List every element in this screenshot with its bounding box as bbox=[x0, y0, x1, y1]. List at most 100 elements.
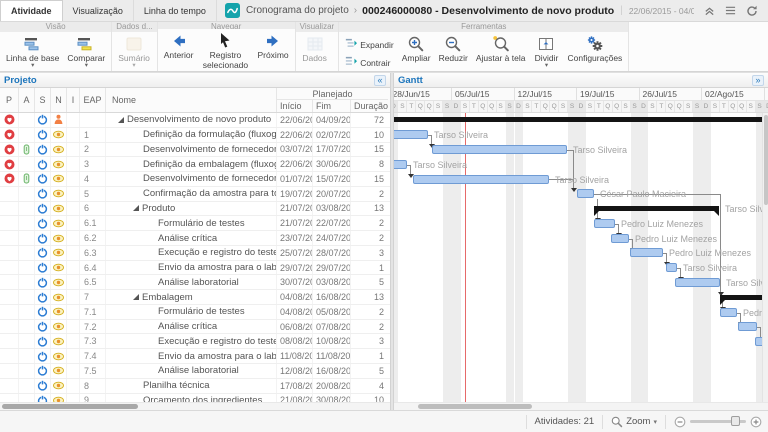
task-name: Execução e registro do teste bbox=[106, 246, 277, 260]
gantt-summary-bar[interactable] bbox=[394, 117, 762, 122]
collapse-right-panel-icon[interactable]: » bbox=[752, 75, 764, 86]
task-name: Envio da amostra para o laboratório bbox=[106, 349, 277, 363]
table-row[interactable]: 6.5Análise laboratorial30/07/201503/08/2… bbox=[0, 275, 390, 290]
eye-icon bbox=[51, 231, 67, 245]
contrair-button[interactable]: Contrair bbox=[345, 55, 394, 70]
col-header-fim[interactable]: Fim bbox=[313, 100, 351, 112]
table-row[interactable]: 6.2Análise crítica23/07/201524/07/20152 bbox=[0, 231, 390, 246]
gantt-task-bar[interactable] bbox=[413, 175, 549, 184]
table-row[interactable]: 9Orçamento dos ingredientes21/08/201530/… bbox=[0, 394, 390, 402]
col-header-duracao[interactable]: Duração bbox=[351, 100, 388, 112]
task-duration: 72 bbox=[351, 113, 388, 127]
gantt-hscrollbar-thumb[interactable] bbox=[418, 404, 532, 409]
collapse-triangle-icon[interactable] bbox=[133, 205, 139, 211]
tab-visualizacao[interactable]: Visualização bbox=[63, 0, 134, 21]
gantt-task-bar[interactable] bbox=[594, 219, 615, 228]
col-header-eap[interactable]: EAP bbox=[80, 88, 106, 112]
breadcrumb-section[interactable]: Cronograma do projeto bbox=[246, 5, 349, 16]
gantt-task-bar[interactable] bbox=[394, 160, 407, 169]
project-hscrollbar[interactable] bbox=[0, 402, 390, 410]
col-header-nome[interactable]: Nome bbox=[106, 88, 277, 112]
gantt-day-cell: S bbox=[398, 101, 407, 113]
table-row[interactable]: 6.3Execução e registro do teste25/07/201… bbox=[0, 246, 390, 261]
gantt-hscrollbar[interactable] bbox=[394, 402, 768, 410]
gantt-summary-bar[interactable] bbox=[594, 206, 719, 211]
table-row[interactable]: Desenvolvimento de novo produto22/06/201… bbox=[0, 113, 390, 128]
gantt-task-bar[interactable] bbox=[432, 145, 567, 154]
refresh-icon[interactable] bbox=[746, 5, 758, 17]
gantt-task-bar[interactable] bbox=[738, 322, 757, 331]
gantt-task-bar[interactable] bbox=[666, 263, 677, 272]
zoom-slider-knob[interactable] bbox=[731, 416, 740, 426]
collapse-triangle-icon[interactable] bbox=[133, 294, 139, 300]
comparar-button[interactable]: Comparar▾ bbox=[63, 33, 109, 68]
zoom-out-circle-icon[interactable] bbox=[674, 416, 686, 428]
ajustar-a-tela-button[interactable]: Ajustar à tela bbox=[472, 33, 530, 63]
gantt-bar-label: Pedro Luiz Menezes bbox=[669, 248, 751, 258]
task-start-date: 04/08/2015 bbox=[277, 305, 313, 319]
gantt-day-cell: D bbox=[765, 101, 768, 113]
table-row[interactable]: 3Definição da embalagem (fluxograma do p… bbox=[0, 157, 390, 172]
gantt-day-cell: T bbox=[407, 101, 416, 113]
col-header-i[interactable]: I bbox=[67, 88, 80, 112]
tab-linha-do-tempo[interactable]: Linha do tempo bbox=[134, 0, 217, 21]
project-hscrollbar-thumb[interactable] bbox=[2, 404, 138, 409]
collapse-ribbon-icon[interactable] bbox=[704, 5, 715, 16]
dividir-button[interactable]: Dividir▾ bbox=[529, 33, 563, 68]
table-row[interactable]: 4Desenvolvimento de fornecedor para a em… bbox=[0, 172, 390, 187]
task-name: Embalagem bbox=[106, 290, 277, 304]
gantt-vscrollbar-thumb[interactable] bbox=[764, 115, 768, 205]
collapse-triangle-icon[interactable] bbox=[118, 117, 124, 123]
col-header-n[interactable]: N bbox=[51, 88, 67, 112]
table-row[interactable]: 6Produto21/07/201503/08/201513 bbox=[0, 202, 390, 217]
task-end-date: 11/08/2015 bbox=[313, 349, 351, 363]
ribbon-group-0: VisãoLinha de base▾Comparar▾ bbox=[0, 22, 112, 71]
fit-screen-icon bbox=[492, 35, 510, 53]
gantt-bar-label: Tarso Silveira bbox=[573, 145, 627, 155]
table-row[interactable]: 7.3Execução e registro do teste08/08/201… bbox=[0, 334, 390, 349]
collapse-left-panel-icon[interactable]: « bbox=[374, 75, 386, 86]
table-row[interactable]: 2Desenvolvimento de fornecedores para os… bbox=[0, 143, 390, 158]
registro-selecionado-button[interactable]: Registro selecionado bbox=[197, 30, 253, 70]
table-row[interactable]: 7.4Envio da amostra para o laboratório11… bbox=[0, 349, 390, 364]
gantt-task-bar[interactable] bbox=[611, 234, 629, 243]
gantt-day-cell: S bbox=[756, 101, 765, 113]
project-panel-header: Projeto « bbox=[0, 73, 390, 88]
title-bar: Atividade Visualização Linha do tempo Cr… bbox=[0, 0, 768, 22]
col-header-s[interactable]: S bbox=[35, 88, 51, 112]
gantt-task-bar[interactable] bbox=[630, 248, 663, 257]
table-row[interactable]: 7.1Formulário de testes04/08/201505/08/2… bbox=[0, 305, 390, 320]
ampliar-button[interactable]: Ampliar bbox=[398, 33, 435, 63]
zoom-dropdown[interactable]: Zoom ▾ bbox=[611, 416, 657, 428]
table-row[interactable]: 7Embalagem04/08/201516/08/201513 bbox=[0, 290, 390, 305]
proximo-button[interactable]: Próximo bbox=[253, 30, 292, 60]
table-row[interactable]: 7.5Análise laboratorial12/08/201516/08/2… bbox=[0, 364, 390, 379]
reduzir-button[interactable]: Reduzir bbox=[435, 33, 472, 63]
gantt-summary-bar[interactable] bbox=[720, 295, 768, 300]
tab-atividade[interactable]: Atividade bbox=[0, 0, 63, 21]
table-row[interactable]: 7.2Análise crítica06/08/201507/08/20152 bbox=[0, 320, 390, 335]
configuracoes-button[interactable]: Configurações bbox=[563, 33, 626, 63]
expandir-button[interactable]: Expandir bbox=[345, 37, 394, 52]
table-row[interactable]: 1Definição da formulação (fluxograma do … bbox=[0, 128, 390, 143]
table-row[interactable]: 5Confirmação da amostra para todas as av… bbox=[0, 187, 390, 202]
linha-de-base-button[interactable]: Linha de base▾ bbox=[2, 33, 63, 68]
table-row[interactable]: 6.1Formulário de testes21/07/201522/07/2… bbox=[0, 216, 390, 231]
power-icon bbox=[35, 187, 51, 201]
col-header-a[interactable]: A bbox=[19, 88, 35, 112]
gantt-task-bar[interactable] bbox=[720, 308, 737, 317]
gantt-task-bar[interactable] bbox=[577, 189, 594, 198]
zoom-in-circle-icon[interactable] bbox=[750, 416, 762, 428]
list-icon[interactable] bbox=[725, 5, 736, 16]
table-row[interactable]: 8Planilha técnica17/08/201520/08/20154 bbox=[0, 379, 390, 394]
eye-icon bbox=[51, 364, 67, 378]
zoom-slider-track[interactable] bbox=[690, 420, 746, 423]
gantt-task-bar[interactable] bbox=[394, 130, 428, 139]
gantt-vscrollbar[interactable] bbox=[762, 113, 768, 402]
col-header-inicio[interactable]: Início bbox=[277, 100, 313, 112]
anterior-button[interactable]: Anterior bbox=[160, 30, 198, 60]
gantt-task-bar[interactable] bbox=[675, 278, 720, 287]
power-icon bbox=[35, 128, 51, 142]
col-header-p[interactable]: P bbox=[0, 88, 19, 112]
table-row[interactable]: 6.4Envio da amostra para o laboratório29… bbox=[0, 261, 390, 276]
